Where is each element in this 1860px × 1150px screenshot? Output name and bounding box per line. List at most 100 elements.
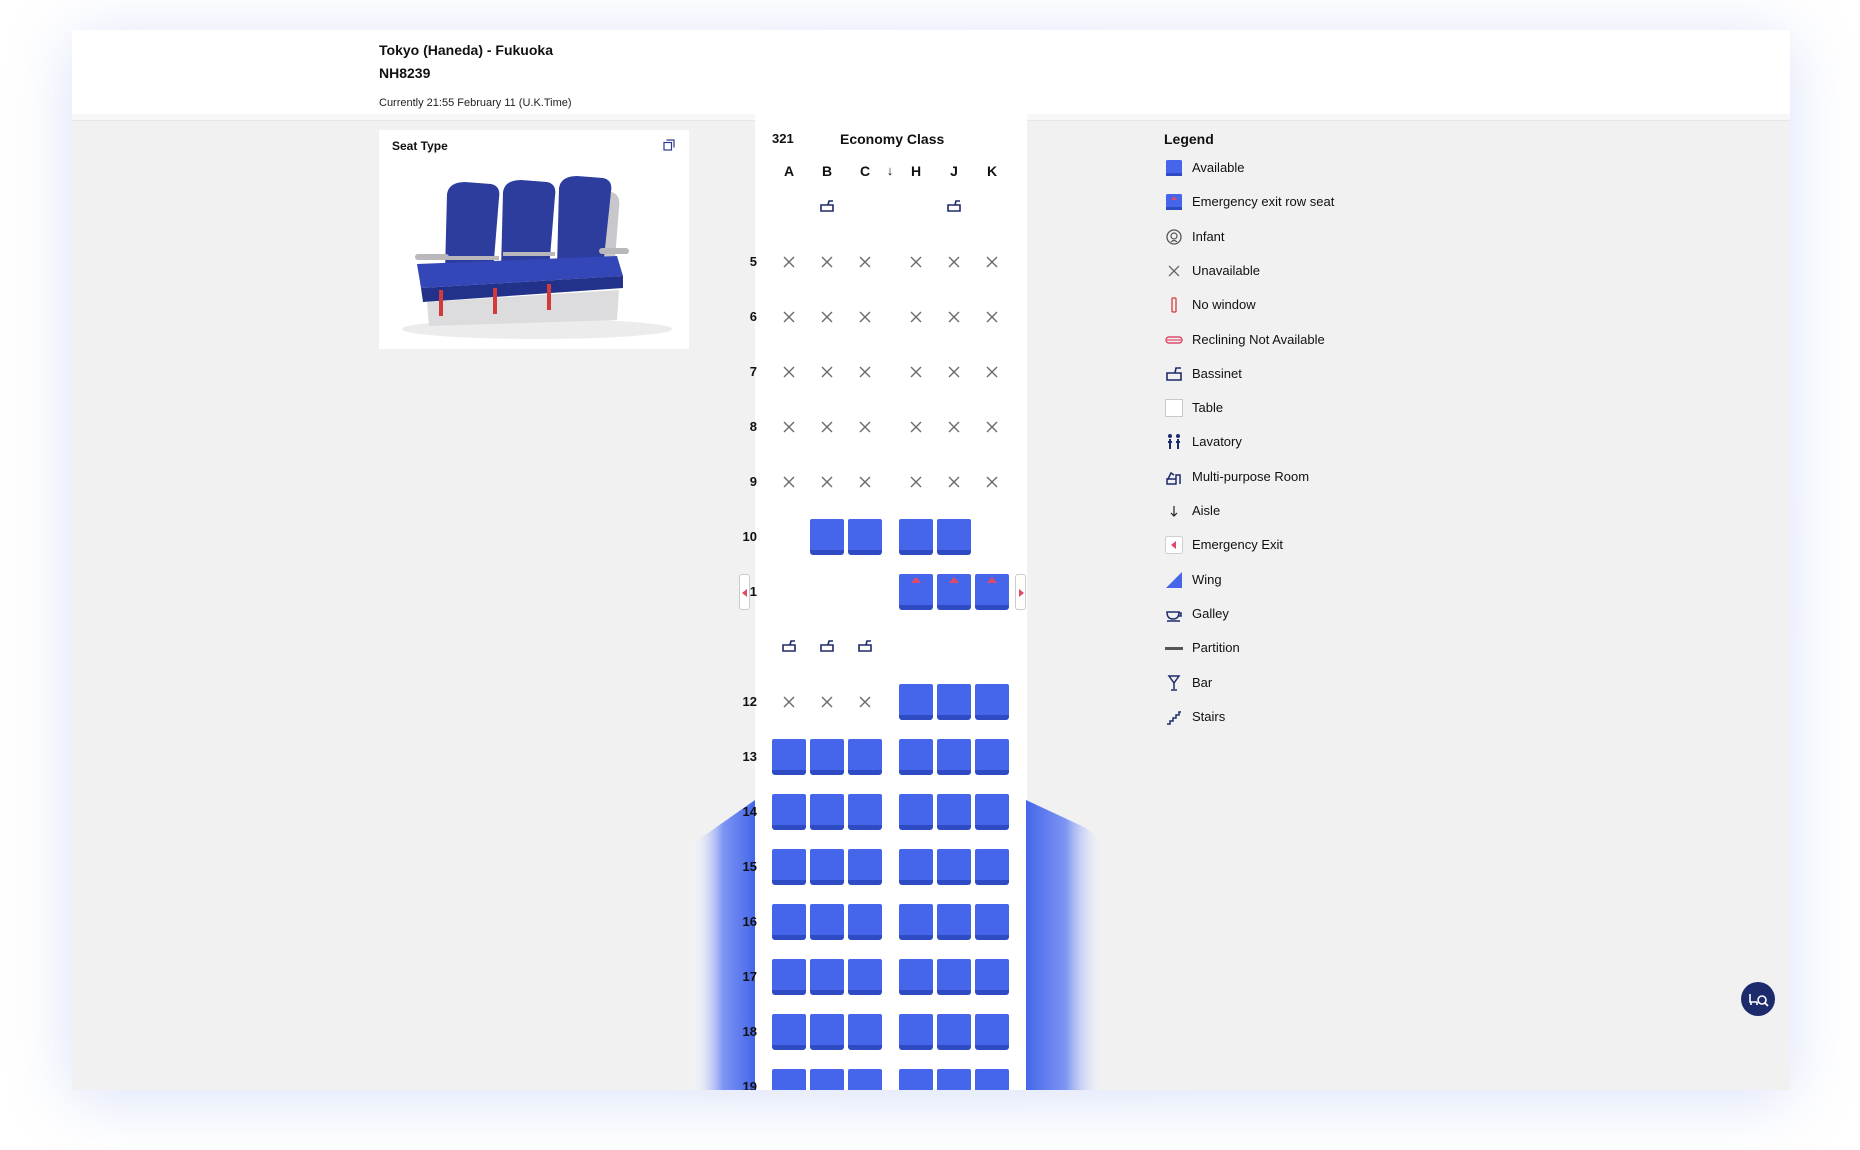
legend-label: No window [1192,297,1256,313]
exit-row-seat[interactable] [937,574,971,610]
available-seat[interactable] [772,904,806,940]
legend-label: Available [1192,160,1245,175]
unavailable-seat [821,476,833,488]
legend-label: Infant [1192,228,1225,244]
bassinet-icon [858,640,872,652]
available-seat[interactable] [899,959,933,995]
column-letter: J [950,163,958,179]
available-seat[interactable] [899,1069,933,1090]
unavailable-seat [821,366,833,378]
available-seat[interactable] [772,959,806,995]
available-seat[interactable] [810,904,844,940]
available-seat[interactable] [937,904,971,940]
seat-type-title: Seat Type [392,139,448,153]
available-seat[interactable] [975,1014,1009,1050]
available-seat[interactable] [810,1014,844,1050]
available-seat[interactable] [772,849,806,885]
available-seat[interactable] [937,849,971,885]
exit-row-seat[interactable] [899,574,933,610]
available-seat[interactable] [899,794,933,830]
cabin-class-title: Economy Class [840,131,945,147]
available-seat[interactable] [937,519,971,555]
emergency-exit-arrow-icon [1019,589,1024,597]
available-seat[interactable] [975,959,1009,995]
row-number: 7 [749,364,757,379]
available-seat[interactable] [899,519,933,555]
flight-number: NH8239 [379,65,431,81]
available-seat[interactable] [899,739,933,775]
unavailable-seat [948,256,960,268]
unavailable-seat [859,366,871,378]
unavailable-seat [821,696,833,708]
available-seat[interactable] [810,849,844,885]
expand-icon[interactable] [663,139,675,151]
available-seat[interactable] [937,1069,971,1090]
column-letter: A [783,163,795,179]
unavailable-seat [821,311,833,323]
aisle-icon [1170,506,1178,517]
available-seat[interactable] [772,794,806,830]
row-number: 15 [742,859,757,874]
no-window-icon [1171,297,1177,313]
available-seat[interactable] [975,684,1009,720]
available-seat[interactable] [899,849,933,885]
available-seat[interactable] [810,959,844,995]
available-seat[interactable] [975,849,1009,885]
bassinet-icon [782,640,796,652]
row-number: 8 [749,419,757,434]
available-seat[interactable] [848,1069,882,1090]
bassinet-icon [820,640,834,652]
unavailable-seat [859,256,871,268]
available-seat[interactable] [772,739,806,775]
column-letter: H [910,163,922,179]
available-seat[interactable] [975,1069,1009,1090]
available-seat[interactable] [937,794,971,830]
available-seat[interactable] [937,739,971,775]
row-number: 10 [742,529,757,544]
bassinet-icon [1166,366,1182,381]
available-seat[interactable] [848,959,882,995]
emergency-exit-arrow-icon [742,589,747,597]
available-seat[interactable] [772,1069,806,1090]
unavailable-seat [948,421,960,433]
stairs-icon [1167,711,1181,725]
available-seat[interactable] [975,794,1009,830]
unavailable-seat [859,311,871,323]
available-seat[interactable] [772,1014,806,1050]
bar-icon [1167,674,1181,691]
available-seat[interactable] [848,519,882,555]
exit-row-seat-icon [1166,194,1182,211]
available-seat[interactable] [848,794,882,830]
current-time: Currently 21:55 February 11 (U.K.Time) [379,97,572,109]
legend-label: Reclining Not Available [1192,331,1325,347]
available-seat[interactable] [810,1069,844,1090]
multi-purpose-room-icon [1166,471,1181,485]
row-number: 17 [742,969,757,984]
unavailable-seat [821,421,833,433]
available-seat[interactable] [937,684,971,720]
available-seat[interactable] [937,1014,971,1050]
unavailable-seat [948,366,960,378]
available-seat[interactable] [848,739,882,775]
available-seat[interactable] [899,1014,933,1050]
available-seat[interactable] [975,904,1009,940]
available-seat[interactable] [975,739,1009,775]
available-seat[interactable] [848,904,882,940]
exit-row-seat[interactable] [975,574,1009,610]
available-seat[interactable] [848,1014,882,1050]
available-seat[interactable] [899,904,933,940]
seat-search-button[interactable] [1741,982,1775,1016]
available-seat[interactable] [810,519,844,555]
available-seat[interactable] [937,959,971,995]
available-seat[interactable] [899,684,933,720]
unavailable-seat [910,256,922,268]
right-wing [1026,800,1106,1090]
aisle-icon: ↓ [886,163,894,178]
available-seat[interactable] [810,739,844,775]
row-number: 16 [742,914,757,929]
available-seat[interactable] [810,794,844,830]
available-seat[interactable] [848,849,882,885]
unavailable-seat [859,476,871,488]
column-letter: C [859,163,871,179]
unavailable-seat [986,366,998,378]
